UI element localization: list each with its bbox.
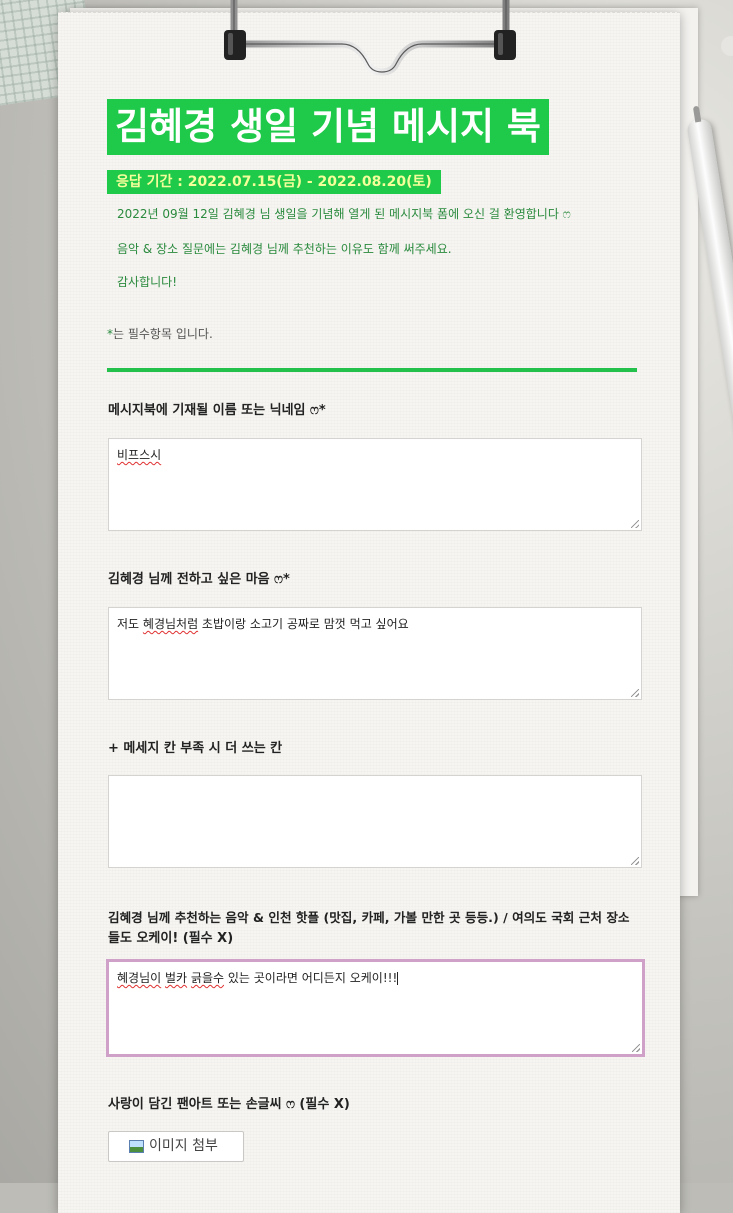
recommendation-label-line1: 김혜경 님께 추천하는 음악 & 인천 핫플 (맛집, 카페, 가볼 만한 곳 … <box>108 910 630 925</box>
name-textarea[interactable]: 비프스시 <box>108 438 642 531</box>
message-answer-misspelled: 혜경님처럼 <box>142 617 199 631</box>
form-title: 김혜경 생일 기념 메시지 북 <box>107 99 549 155</box>
message-answer-part: 저도 <box>117 617 143 631</box>
required-note-text: 는 필수항목 입니다. <box>113 327 213 341</box>
image-upload-label: 이미지 첨부 <box>149 1138 218 1154</box>
recommendation-answer-misspelled: 혜경님이 <box>117 971 162 985</box>
section-divider <box>107 368 637 372</box>
question-name-label: 메시지북에 기재될 이름 또는 닉네임 ෆ* <box>108 403 326 418</box>
question-message-label: 김혜경 님께 전하고 싶은 마음 ෆ* <box>108 572 290 587</box>
intro-line-welcome: 2022년 09월 12일 김혜경 님 생일을 기념해 열게 된 메시지북 폼에… <box>117 207 571 221</box>
resize-handle-icon[interactable] <box>632 1044 640 1052</box>
intro-line-instructions: 음악 & 장소 질문에는 김혜경 님께 추천하는 이유도 함께 써주세요. <box>117 242 452 256</box>
response-period-badge: 응답 기간 : 2022.07.15(금) - 2022.08.20(토) <box>107 170 441 194</box>
recommendation-answer-misspelled: 긁을수 <box>190 971 225 985</box>
message-textarea[interactable]: 저도 혜경님처럼 초밥이랑 소고기 공짜로 맘껏 먹고 싶어요 <box>108 607 642 700</box>
intro-line-thanks: 감사합니다! <box>117 275 178 289</box>
recommendation-answer-misspelled: 벌카 <box>165 971 188 985</box>
resize-handle-icon[interactable] <box>631 520 639 528</box>
image-upload-button[interactable]: 이미지 첨부 <box>108 1131 244 1162</box>
text-cursor <box>397 972 399 985</box>
required-note: *는 필수항목 입니다. <box>107 325 213 342</box>
recommendation-label-line2: 들도 오케이! (필수 X) <box>108 931 234 946</box>
resize-handle-icon[interactable] <box>631 857 639 865</box>
question-recommendation-label: 김혜경 님께 추천하는 음악 & 인천 핫플 (맛집, 카페, 가볼 만한 곳 … <box>108 907 648 949</box>
recommendation-textarea[interactable]: 혜경님이 벌카 긁을수 있는 곳이라면 어디든지 오케이!!! <box>106 959 645 1057</box>
question-extra-message-label: + 메세지 칸 부족 시 더 쓰는 칸 <box>108 741 283 756</box>
resize-handle-icon[interactable] <box>631 689 639 697</box>
image-icon <box>129 1140 144 1153</box>
name-answer-text: 비프스시 <box>117 448 162 462</box>
message-answer-part: 초밥이랑 소고기 공짜로 맘껏 먹고 싶어요 <box>198 617 409 631</box>
extra-message-textarea[interactable] <box>108 775 642 868</box>
question-fanart-label: 사랑이 담긴 팬아트 또는 손글씨 ෆ (필수 X) <box>108 1097 350 1112</box>
recommendation-answer-part: 있는 곳이라면 어디든지 오케이!!! <box>224 971 398 985</box>
